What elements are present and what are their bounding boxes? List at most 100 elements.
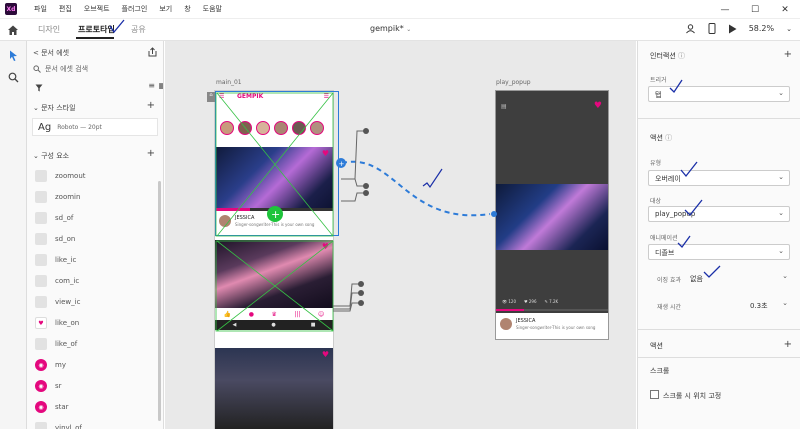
type-value: 오버레이 [655,175,681,183]
svg-text:+: + [339,160,345,168]
easing-value[interactable]: 없음 [690,274,703,284]
duration-value[interactable]: 0.3초 [750,301,768,311]
component-item[interactable]: ◉ sr [35,378,155,394]
component-item[interactable]: zoomin [35,189,155,205]
tab-share[interactable]: 공유 [131,24,146,35]
component-item[interactable]: com_ic [35,273,155,289]
tab-prototype[interactable]: 프로토타입 [78,24,115,35]
char-style-item[interactable]: Ag Roboto — 20pt [32,118,158,136]
add-char-style-icon[interactable]: + [147,100,155,111]
svg-text:+: + [271,208,280,221]
component-item-label: view_ic [55,298,81,306]
component-item[interactable]: sd_of [35,210,155,226]
user-share-icon[interactable] [685,23,696,34]
document-dirty-mark: * [399,24,404,33]
menu-window[interactable]: 창 [184,4,190,14]
add-action-icon[interactable]: + [784,339,792,350]
home-icon[interactable] [7,24,19,36]
zoom-level[interactable]: 58.2% [749,24,774,33]
scroll-label: 스크롤 [650,367,670,375]
add-interaction-icon[interactable]: + [784,49,792,60]
export-icon[interactable] [148,47,157,57]
destination-label: 대상 [650,198,662,205]
assets-scrollbar[interactable] [158,181,161,421]
font-sample: Ag [38,121,52,133]
close-icon[interactable]: ✕ [770,0,800,19]
assets-search-input[interactable]: 문서 에셋 검색 [33,64,88,74]
component-thumb-icon [35,338,47,350]
component-item[interactable]: vinyl_of [35,420,155,429]
play-icon[interactable] [728,24,737,34]
char-styles-label: 문자 스타일 [41,104,76,112]
component-item[interactable]: ◉ star [35,399,155,415]
active-tab-indicator [76,37,114,39]
duration-stepper-icon[interactable]: ⌄ [782,299,788,307]
component-item[interactable]: zoomout [35,168,155,184]
interaction-wire[interactable] [341,160,491,217]
document-title-text: gempik [370,24,400,33]
canvas[interactable]: main_01 play_popup ☰ GEMPIK ☰ ♥ JESSICA … [165,41,636,429]
chevron-down-icon[interactable]: ⌄ [782,272,788,280]
device-preview-icon[interactable] [708,23,716,34]
menu-help[interactable]: 도움말 [203,4,222,14]
menu-plugins[interactable]: 플러그인 [122,4,148,14]
select-tool-icon[interactable] [9,50,18,61]
component-item-label: sd_of [55,214,74,222]
component-thumb-icon [35,275,47,287]
component-item-label: com_ic [55,277,80,285]
menu-edit[interactable]: 편집 [59,4,72,14]
assets-back-link[interactable]: < 문서 에셋 [33,48,69,58]
info-icon[interactable]: ⓘ [678,52,685,60]
component-thumb-icon [35,296,47,308]
window-controls: — ☐ ✕ [710,0,800,19]
trigger-select[interactable]: 탭 ⌄ [648,86,790,102]
component-thumb-icon [35,212,47,224]
components-header[interactable]: ⌄ 구성 요소 [33,151,69,161]
divider [638,118,800,119]
type-select[interactable]: 오버레이 ⌄ [648,170,790,186]
component-thumb-icon: ◉ [35,401,47,413]
divider [638,357,800,358]
component-item[interactable]: like_ic [35,252,155,268]
component-item-label: vinyl_of [55,424,82,429]
component-item[interactable]: ♥ like_on [35,315,155,331]
menu-file[interactable]: 파일 [34,4,47,14]
list-view-icon[interactable]: ≡ [148,81,155,90]
animation-label: 애니메이션 [650,235,678,242]
heart-icon: ♥ [35,317,47,329]
destination-value: play_popup [655,210,696,218]
component-item[interactable]: like_of [35,336,155,352]
animation-select[interactable]: 디졸브 ⌄ [648,244,790,260]
component-item-label: star [55,403,69,411]
prototype-wires: + + [215,92,497,332]
type-label: 유형 [650,160,662,167]
document-title[interactable]: gempik* ⌄ [370,24,411,33]
component-item-label: like_ic [55,256,77,264]
grid-view-icon[interactable]: ▦ [158,81,163,90]
component-item[interactable]: view_ic [35,294,155,310]
component-item-label: my [55,361,66,369]
wire-target-handle[interactable] [491,211,497,217]
component-item[interactable]: sd_on [35,231,155,247]
add-component-icon[interactable]: + [147,148,155,159]
font-desc: Roboto — 20pt [57,123,102,131]
search-placeholder: 문서 에셋 검색 [45,65,89,73]
info-icon[interactable]: ⓘ [665,134,672,142]
filter-icon[interactable] [35,84,43,92]
destination-select[interactable]: play_popup ⌄ [648,206,790,222]
menu-view[interactable]: 보기 [159,4,172,14]
scroll-fix-checkbox[interactable] [650,390,659,399]
trigger-label: 트리거 [650,77,667,84]
menu-object[interactable]: 오브젝트 [84,4,110,14]
chevron-down-icon: ⌄ [778,89,784,97]
component-item[interactable]: ◉ my [35,357,155,373]
minimize-icon[interactable]: — [710,0,740,19]
search-icon [33,65,41,73]
tab-design[interactable]: 디자인 [38,24,60,35]
chevron-down-icon[interactable]: ⌄ [786,25,792,33]
zoom-tool-icon[interactable] [8,72,19,83]
maximize-icon[interactable]: ☐ [740,0,770,19]
char-styles-header[interactable]: ⌄ 문자 스타일 [33,103,76,113]
chevron-down-icon: ⌄ [778,247,784,255]
components-label: 구성 요소 [41,152,70,160]
